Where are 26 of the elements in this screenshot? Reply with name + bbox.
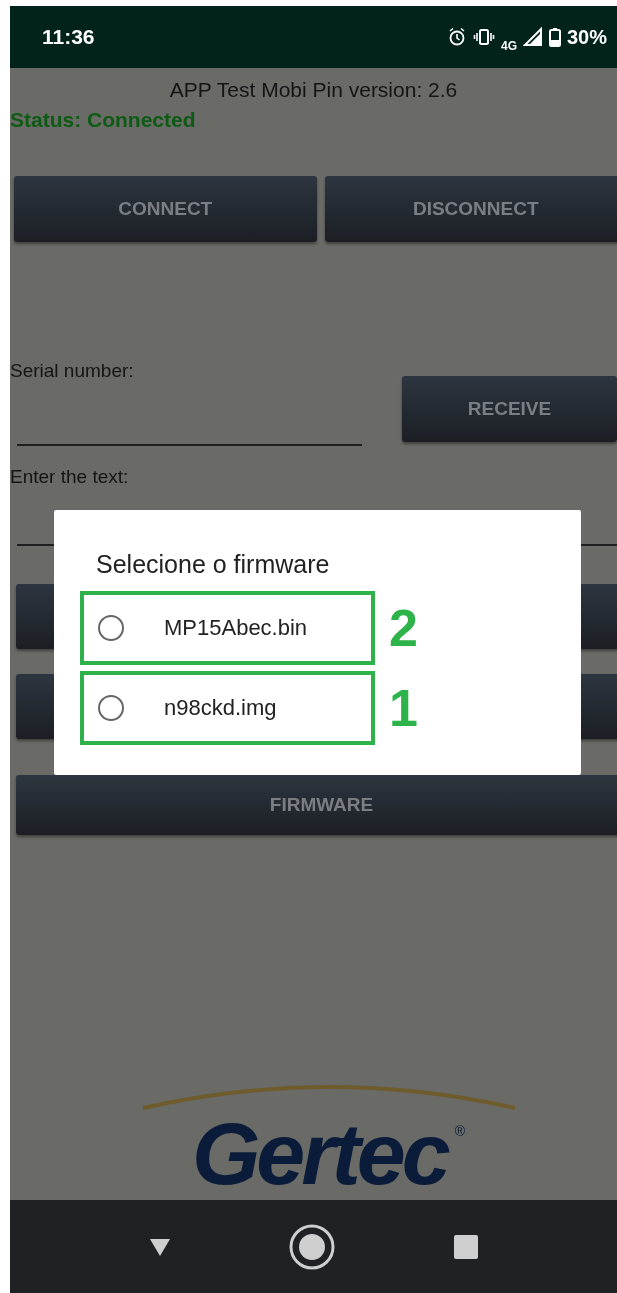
- app-title: APP Test Mobi Pin version: 2.6: [168, 78, 459, 102]
- connection-status: Status: Connected: [10, 108, 197, 132]
- registered-mark: ®: [454, 1124, 466, 1138]
- battery-percent: 30%: [566, 25, 607, 49]
- radio-option[interactable]: n98ckd.img: [80, 671, 375, 745]
- logo-text: Gertec: [191, 1110, 449, 1198]
- field-label: Serial number:: [10, 360, 135, 382]
- home-icon[interactable]: [287, 1222, 336, 1271]
- receive-button[interactable]: RECEIVE: [402, 376, 617, 442]
- action-button[interactable]: CONNECT: [14, 176, 317, 242]
- vibrate-icon: [472, 28, 495, 46]
- battery-icon: [548, 27, 561, 47]
- dialog-title: Selecione o firmware: [96, 550, 331, 579]
- network-type: 4G: [500, 39, 517, 53]
- annotation-number: 2: [389, 598, 418, 658]
- field-label: Enter the text:: [10, 466, 130, 488]
- back-icon[interactable]: [148, 1236, 171, 1257]
- signal-icon: [522, 27, 543, 47]
- action-button[interactable]: DISCONNECT: [324, 176, 617, 242]
- radio-button[interactable]: [98, 615, 124, 641]
- radio-option[interactable]: MP15Abec.bin: [80, 591, 375, 665]
- recents-icon[interactable]: [452, 1233, 479, 1260]
- status-time: 11:36: [42, 25, 95, 49]
- firmware-button[interactable]: FIRMWARE: [16, 775, 617, 835]
- radio-button[interactable]: [98, 695, 124, 721]
- annotation-number: 1: [389, 678, 418, 738]
